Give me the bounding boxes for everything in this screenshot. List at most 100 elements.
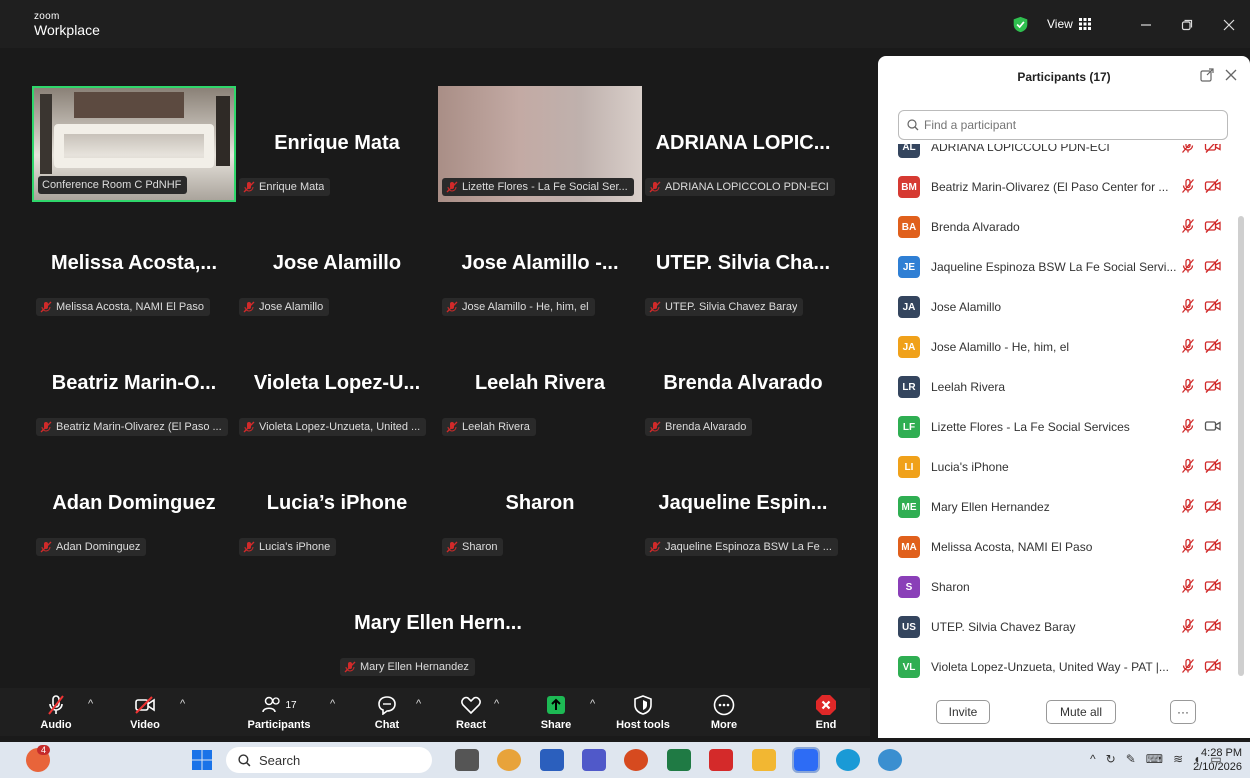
close-panel-icon[interactable] bbox=[1224, 68, 1238, 82]
network-app-icon[interactable] bbox=[878, 749, 902, 771]
participant-search[interactable] bbox=[898, 110, 1228, 140]
participants-button[interactable]: 17 Participants bbox=[244, 694, 314, 731]
muted-mic-icon[interactable] bbox=[1180, 258, 1196, 274]
windows-start-icon[interactable] bbox=[192, 750, 212, 770]
participant-tile[interactable]: Jaqueline Espin... Jaqueline Espinoza BS… bbox=[641, 446, 845, 562]
invite-button[interactable]: Invite bbox=[936, 700, 990, 724]
participant-row[interactable]: BM Beatriz Marin-Olivarez (El Paso Center… bbox=[898, 172, 1228, 202]
participant-row[interactable]: JE Jaqueline Espinoza BSW La Fe Social Se… bbox=[898, 252, 1228, 282]
participant-row[interactable]: LR Leelah Rivera bbox=[898, 372, 1228, 402]
end-meeting-button[interactable]: End bbox=[791, 694, 861, 731]
audio-button[interactable]: Audio bbox=[21, 694, 91, 731]
chat-button[interactable]: Chat bbox=[352, 694, 422, 731]
participant-tile[interactable]: Mary Ellen Hern... Mary Ellen Hernandez bbox=[336, 566, 540, 682]
video-tile[interactable]: Lizette Flores - La Fe Social Ser... bbox=[438, 86, 642, 202]
react-options-caret[interactable]: ^ bbox=[494, 698, 499, 710]
mute-all-button[interactable]: Mute all bbox=[1046, 700, 1116, 724]
scrollbar-thumb[interactable] bbox=[1238, 216, 1244, 676]
participant-row[interactable]: US UTEP. Silvia Chavez Baray bbox=[898, 612, 1228, 642]
share-options-caret[interactable]: ^ bbox=[590, 698, 595, 710]
muted-mic-icon[interactable] bbox=[1180, 178, 1196, 194]
pop-out-icon[interactable] bbox=[1200, 68, 1214, 82]
video-off-icon[interactable] bbox=[1204, 338, 1222, 354]
video-off-icon[interactable] bbox=[1204, 258, 1222, 274]
participant-row[interactable]: LF Lizette Flores - La Fe Social Services bbox=[898, 412, 1228, 442]
participant-tile[interactable]: Sharon Sharon bbox=[438, 446, 642, 562]
restore-button[interactable] bbox=[1174, 12, 1200, 38]
video-tile[interactable]: Conference Room C PdNHF bbox=[32, 86, 236, 202]
video-off-icon[interactable] bbox=[1204, 458, 1222, 474]
share-button[interactable]: Share bbox=[521, 694, 591, 731]
teams-icon[interactable] bbox=[582, 749, 606, 771]
muted-mic-icon[interactable] bbox=[1180, 144, 1196, 154]
muted-mic-icon[interactable] bbox=[1180, 418, 1196, 434]
pdf-reader-icon[interactable] bbox=[709, 749, 733, 771]
participant-row[interactable]: JA Jose Alamillo bbox=[898, 292, 1228, 322]
participant-row[interactable]: JA Jose Alamillo - He, him, el bbox=[898, 332, 1228, 362]
task-view-icon[interactable] bbox=[455, 749, 479, 771]
participant-tile[interactable]: Melissa Acosta,... Melissa Acosta, NAMI … bbox=[32, 206, 236, 322]
taskbar-clock[interactable]: 4:28 PM 2/10/2026 bbox=[1193, 746, 1242, 774]
muted-mic-icon[interactable] bbox=[1180, 658, 1196, 674]
participant-tile[interactable]: Lucia’s iPhone Lucia's iPhone bbox=[235, 446, 439, 562]
video-off-icon[interactable] bbox=[1204, 178, 1222, 194]
video-off-icon[interactable] bbox=[1204, 498, 1222, 514]
participant-tile[interactable]: Adan Dominguez Adan Dominguez bbox=[32, 446, 236, 562]
participant-row[interactable]: BA Brenda Alvarado bbox=[898, 212, 1228, 242]
video-off-icon[interactable] bbox=[1204, 658, 1222, 674]
more-options-button[interactable]: ··· bbox=[1170, 700, 1196, 724]
close-window-button[interactable] bbox=[1216, 12, 1242, 38]
muted-mic-icon[interactable] bbox=[1180, 298, 1196, 314]
host-tools-button[interactable]: Host tools bbox=[608, 694, 678, 731]
video-off-icon[interactable] bbox=[1204, 144, 1222, 154]
zoom-app-icon[interactable] bbox=[792, 747, 820, 773]
participant-tile[interactable]: Jose Alamillo -... Jose Alamillo - He, h… bbox=[438, 206, 642, 322]
powerpoint-icon[interactable] bbox=[624, 749, 648, 771]
participant-tile[interactable]: Leelah Rivera Leelah Rivera bbox=[438, 326, 642, 442]
participant-row[interactable]: VL Violeta Lopez-Unzueta, United Way - PA… bbox=[898, 652, 1228, 682]
video-off-icon[interactable] bbox=[1204, 218, 1222, 234]
participants-options-caret[interactable]: ^ bbox=[330, 698, 335, 710]
view-button[interactable]: View bbox=[1047, 17, 1091, 31]
muted-mic-icon[interactable] bbox=[1180, 498, 1196, 514]
participant-row[interactable]: AL ADRIANA LOPICCOLO PDN-ECI bbox=[898, 144, 1228, 162]
participant-tile[interactable]: ADRIANA LOPIC... ADRIANA LOPICCOLO PDN-E… bbox=[641, 86, 845, 202]
muted-mic-icon[interactable] bbox=[1180, 538, 1196, 554]
muted-mic-icon[interactable] bbox=[1180, 578, 1196, 594]
minimize-button[interactable] bbox=[1133, 12, 1159, 38]
participant-tile[interactable]: Enrique Mata Enrique Mata bbox=[235, 86, 439, 202]
muted-mic-icon[interactable] bbox=[1180, 338, 1196, 354]
notification-app-icon[interactable]: 4 bbox=[26, 745, 51, 772]
participant-tile[interactable]: Violeta Lopez-U... Violeta Lopez-Unzueta… bbox=[235, 326, 439, 442]
slack-icon[interactable] bbox=[497, 749, 521, 771]
muted-mic-icon[interactable] bbox=[1180, 458, 1196, 474]
participant-row[interactable]: ME Mary Ellen Hernandez bbox=[898, 492, 1228, 522]
participant-tile[interactable]: Beatriz Marin-O... Beatriz Marin-Olivare… bbox=[32, 326, 236, 442]
video-off-icon[interactable] bbox=[1204, 538, 1222, 554]
audio-options-caret[interactable]: ^ bbox=[88, 698, 93, 710]
participant-row[interactable]: S Sharon bbox=[898, 572, 1228, 602]
search-input[interactable] bbox=[924, 118, 1214, 132]
encryption-shield-icon[interactable] bbox=[1012, 16, 1029, 33]
muted-mic-icon[interactable] bbox=[1180, 218, 1196, 234]
panel-scrollbar[interactable] bbox=[1238, 146, 1244, 676]
video-off-icon[interactable] bbox=[1204, 378, 1222, 394]
participant-row[interactable]: LI Lucia's iPhone bbox=[898, 452, 1228, 482]
participant-tile[interactable]: UTEP. Silvia Cha... UTEP. Silvia Chavez … bbox=[641, 206, 845, 322]
file-explorer-icon[interactable] bbox=[752, 749, 776, 771]
muted-mic-icon[interactable] bbox=[1180, 618, 1196, 634]
muted-mic-icon[interactable] bbox=[1180, 378, 1196, 394]
participant-tile[interactable]: Jose Alamillo Jose Alamillo bbox=[235, 206, 439, 322]
more-button[interactable]: More bbox=[689, 694, 759, 731]
video-on-icon[interactable] bbox=[1204, 418, 1222, 434]
chevron-up-icon[interactable]: ^ bbox=[1090, 752, 1096, 766]
video-button[interactable]: Video bbox=[110, 694, 180, 731]
excel-icon[interactable] bbox=[667, 749, 691, 771]
video-options-caret[interactable]: ^ bbox=[180, 698, 185, 710]
video-off-icon[interactable] bbox=[1204, 298, 1222, 314]
chat-options-caret[interactable]: ^ bbox=[416, 698, 421, 710]
participant-row[interactable]: MA Melissa Acosta, NAMI El Paso bbox=[898, 532, 1228, 562]
edge-icon[interactable] bbox=[836, 749, 860, 771]
video-off-icon[interactable] bbox=[1204, 578, 1222, 594]
word-icon[interactable] bbox=[540, 749, 564, 771]
